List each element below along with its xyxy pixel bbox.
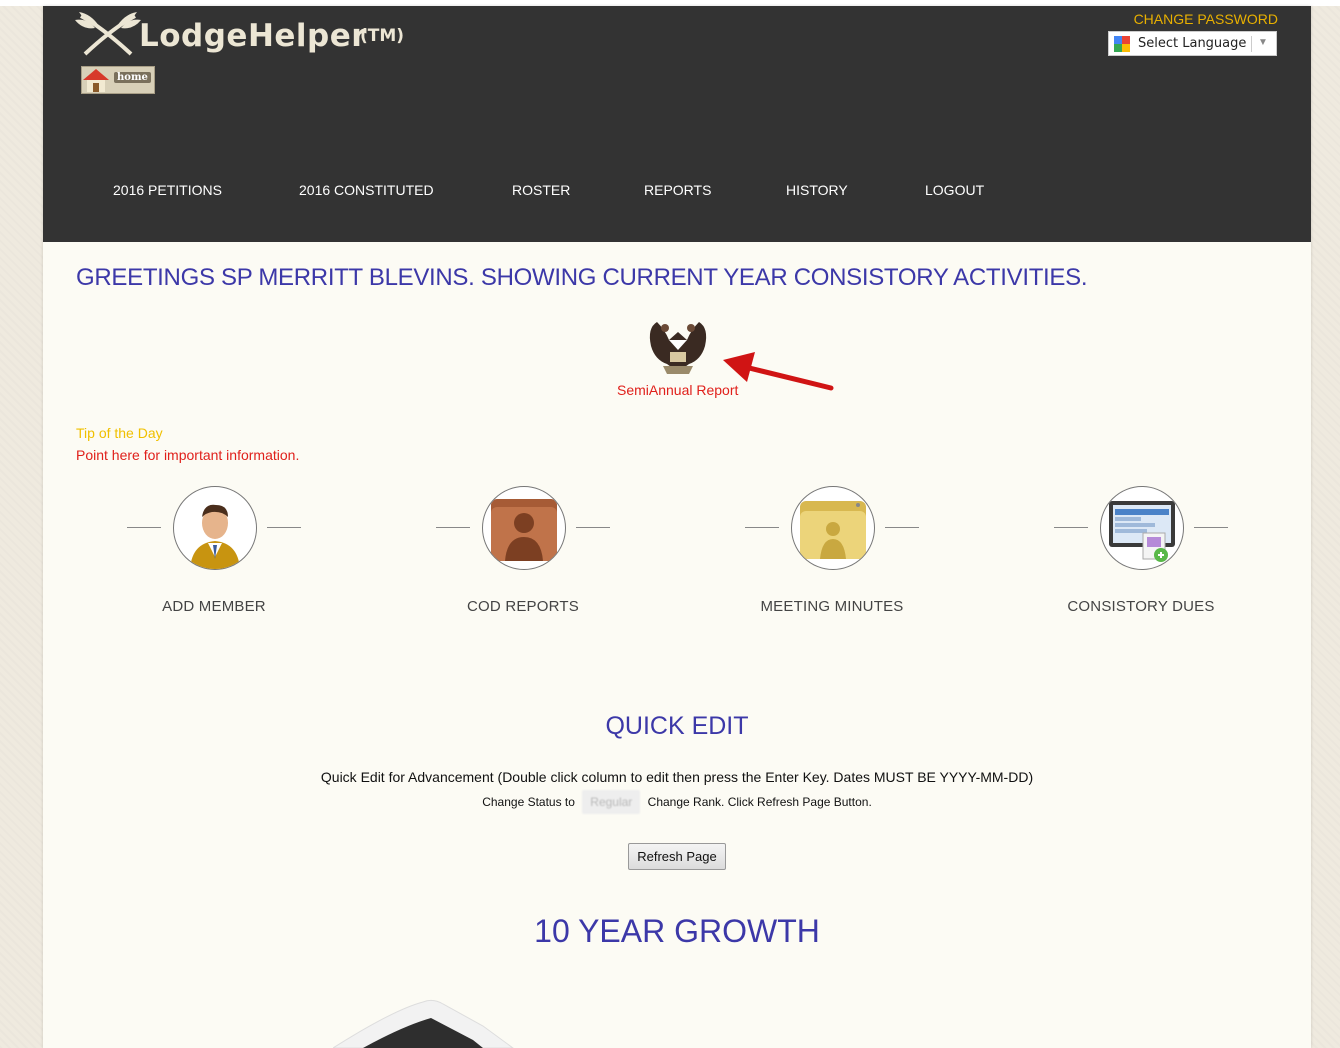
- chevron-down-icon: ▼: [1258, 37, 1268, 48]
- quick-edit-status-line: Change Status to Regular Change Rank. Cl…: [43, 790, 1311, 814]
- status-suffix: Change Rank. Click Refresh Page Button.: [647, 795, 872, 809]
- growth-title: 10 YEAR GROWTH: [534, 913, 820, 949]
- brand-name: LodgeHelper: [139, 18, 368, 54]
- status-prefix: Change Status to: [482, 795, 575, 809]
- home-label: home: [114, 72, 151, 83]
- divider-line: [1194, 527, 1228, 528]
- tip-of-the-day-link[interactable]: Point here for important information.: [76, 447, 299, 463]
- greeting-title: GREETINGS SP MERRITT BLEVINS. SHOWING CU…: [76, 264, 1088, 291]
- tip-of-the-day-title: Tip of the Day: [76, 425, 163, 441]
- quick-edit-description: Quick Edit for Advancement (Double click…: [320, 769, 1034, 785]
- nav-item-roster[interactable]: ROSTER: [512, 182, 570, 198]
- change-password-link[interactable]: CHANGE PASSWORD: [1134, 11, 1278, 27]
- nav-item-history[interactable]: HISTORY: [786, 182, 848, 198]
- header: LodgeHelper (TM) home CHANGE PASSWORD Se…: [43, 6, 1311, 242]
- consistory-dues-feature[interactable]: CONSISTORY DUES: [1054, 486, 1234, 616]
- crossed-quills-logo-icon: [75, 12, 141, 56]
- cod-reports-label[interactable]: COD REPORTS: [436, 598, 610, 615]
- nav-item-reports[interactable]: REPORTS: [644, 182, 711, 198]
- divider-line: [436, 527, 470, 528]
- divider-line: [745, 527, 779, 528]
- page-container: LodgeHelper (TM) home CHANGE PASSWORD Se…: [43, 6, 1311, 1048]
- divider-line: [267, 527, 301, 528]
- double-headed-eagle-icon[interactable]: [643, 316, 713, 380]
- home-button[interactable]: home: [81, 66, 155, 94]
- divider-line: [1054, 527, 1088, 528]
- divider-line: [885, 527, 919, 528]
- computer-icon[interactable]: [1100, 486, 1184, 570]
- google-translate-icon: [1114, 36, 1130, 52]
- divider-line: [127, 527, 161, 528]
- status-value: Regular: [582, 790, 641, 814]
- red-arrow-annotation: [723, 352, 834, 391]
- language-select-label: Select Language: [1138, 36, 1247, 51]
- meeting-minutes-feature[interactable]: MEETING MINUTES: [745, 486, 925, 616]
- add-member-label[interactable]: ADD MEMBER: [127, 598, 301, 615]
- house-icon: [83, 69, 109, 92]
- trademark: (TM): [360, 26, 405, 46]
- nav-item-logout[interactable]: LOGOUT: [925, 182, 984, 198]
- language-select-divider: [1251, 36, 1252, 52]
- divider-line: [576, 527, 610, 528]
- folder-person-icon[interactable]: [482, 486, 566, 570]
- person-icon[interactable]: [173, 486, 257, 570]
- meeting-minutes-label[interactable]: MEETING MINUTES: [745, 598, 919, 615]
- language-select[interactable]: Select Language ▼: [1108, 31, 1277, 56]
- folder-icon[interactable]: [791, 486, 875, 570]
- refresh-page-button[interactable]: Refresh Page: [628, 843, 726, 870]
- add-member-feature[interactable]: ADD MEMBER: [127, 486, 307, 616]
- consistory-dues-label[interactable]: CONSISTORY DUES: [1054, 598, 1228, 615]
- nav-item-constituted[interactable]: 2016 CONSTITUTED: [299, 182, 434, 198]
- cod-reports-feature[interactable]: COD REPORTS: [436, 486, 616, 616]
- quick-edit-title: QUICK EDIT: [605, 712, 749, 740]
- nav-item-petitions[interactable]: 2016 PETITIONS: [113, 182, 222, 198]
- tablet-illustration: [333, 999, 514, 1048]
- main-nav: 2016 PETITIONS 2016 CONSTITUTED ROSTER R…: [43, 182, 1311, 202]
